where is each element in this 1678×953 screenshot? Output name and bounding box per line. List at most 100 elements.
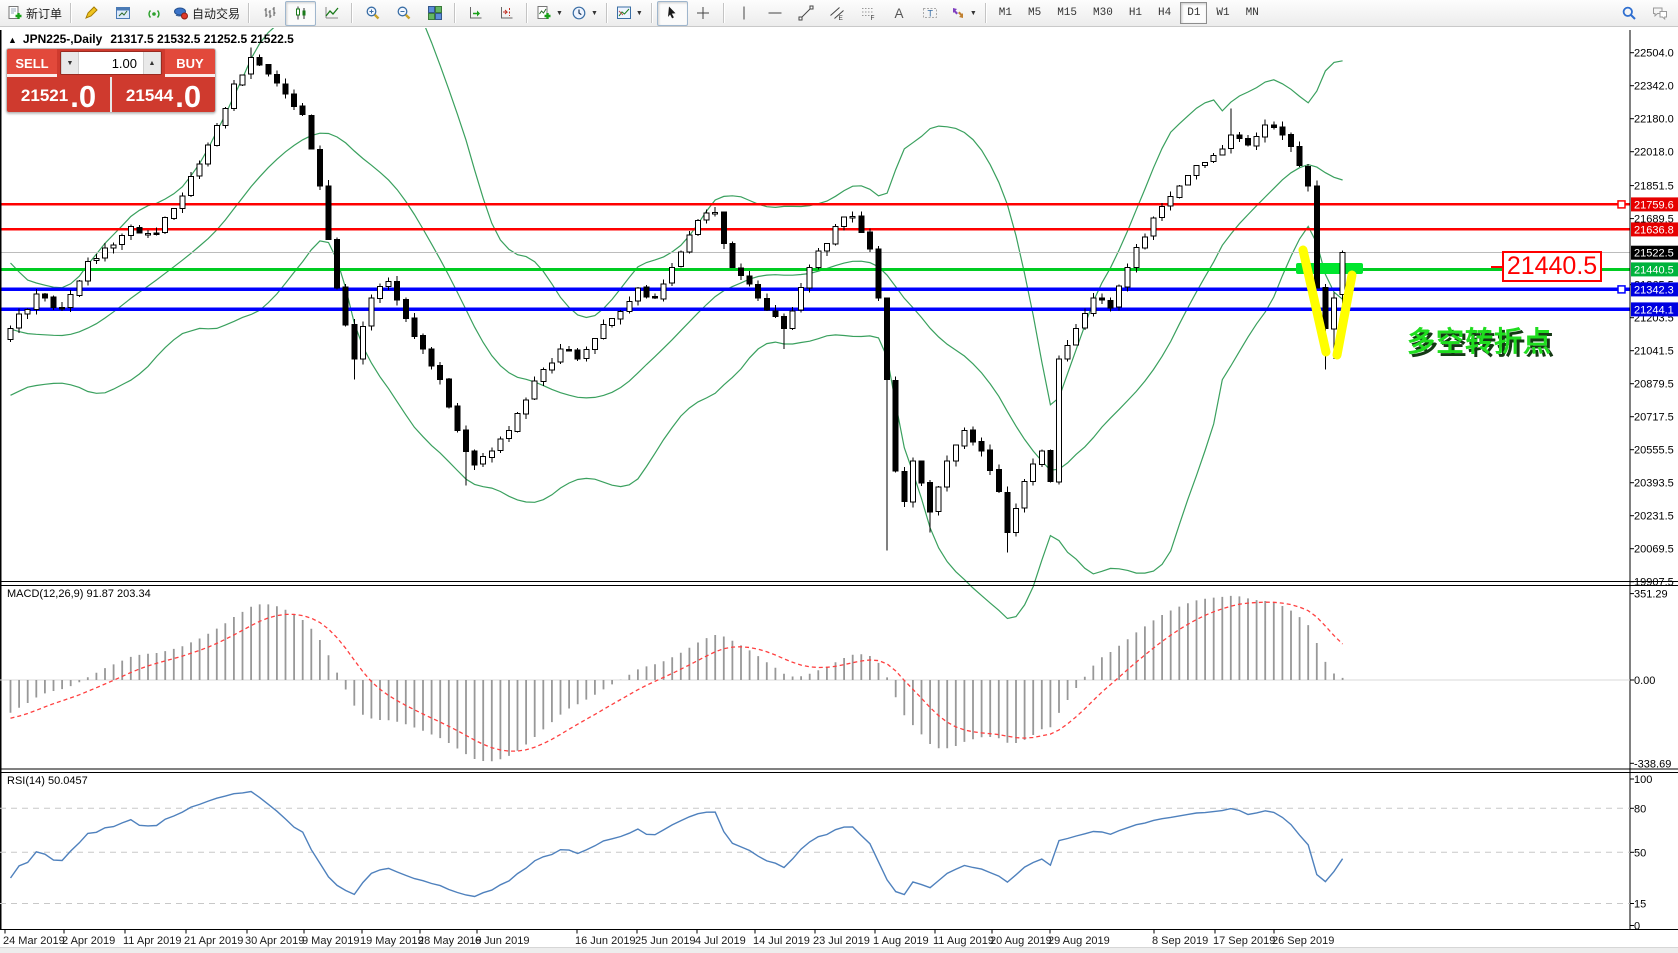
candlestick-chart-button[interactable] [285, 1, 316, 26]
svg-text:21244.1: 21244.1 [1634, 304, 1674, 316]
timeframe-w1-button[interactable]: W1 [1209, 2, 1236, 24]
main-toolbar: 新订单 自动交易 ▼ ▼ ▼ E FA T ▼ M1M5M15M30H1H4D1W1MN [0, 0, 1678, 27]
date-tick-label: 6 Jun 2019 [475, 935, 529, 947]
zoom-in-button[interactable] [357, 1, 388, 26]
equidistant-channel-button[interactable]: E [822, 1, 853, 26]
timeframe-m5-button[interactable]: M5 [1021, 2, 1048, 24]
hline-icon [767, 5, 783, 21]
svg-text:100: 100 [1634, 774, 1652, 786]
timeframe-h4-button[interactable]: H4 [1151, 2, 1178, 24]
date-tick-label: 14 Jul 2019 [753, 935, 810, 947]
svg-text:80: 80 [1634, 803, 1646, 815]
line-chart-button[interactable] [316, 1, 347, 26]
vertical-line-button[interactable] [729, 1, 760, 26]
svg-text:50: 50 [1634, 847, 1646, 859]
date-tick-label: 23 Jul 2019 [813, 935, 870, 947]
svg-text:20879.5: 20879.5 [1634, 379, 1674, 391]
date-tick-label: 9 May 2019 [302, 935, 359, 947]
toolbar-button-label: 自动交易 [192, 5, 240, 22]
clock-icon [571, 5, 587, 21]
trendline-button[interactable] [791, 1, 822, 26]
toolbar-separator [651, 3, 653, 23]
timeframe-m30-button[interactable]: M30 [1086, 2, 1120, 24]
text-button[interactable]: A [884, 1, 915, 26]
toolbar-button-label: 新订单 [26, 5, 62, 22]
volume-value[interactable]: 1.00 [79, 56, 143, 71]
crosshair-icon [695, 5, 711, 21]
buy-price-pips: .0 [175, 83, 201, 110]
buy-price[interactable]: 21544 .0 [110, 77, 215, 112]
price-chart-canvas[interactable]: 22504.022342.022180.022018.021851.521689… [0, 28, 1678, 953]
timeframe-m1-button[interactable]: M1 [992, 2, 1019, 24]
volume-increase-button[interactable]: ▲ [143, 51, 161, 75]
search-button[interactable] [1613, 1, 1644, 26]
new-order-button[interactable]: 新订单 [3, 1, 66, 26]
bar-chart-button[interactable] [254, 1, 285, 26]
auto-scroll-button[interactable] [460, 1, 491, 26]
buy-button[interactable]: BUY [165, 49, 215, 77]
date-tick-label: 20 Aug 2019 [990, 935, 1052, 947]
indicators-button[interactable]: ▼ [532, 1, 567, 26]
dropdown-caret-icon[interactable]: ▼ [970, 10, 977, 17]
chat-button[interactable] [1644, 1, 1675, 26]
fibonacci-button[interactable]: F [853, 1, 884, 26]
tile-windows-button[interactable] [419, 1, 450, 26]
cursor-icon [664, 5, 680, 21]
volume-decrease-button[interactable]: ▼ [61, 51, 79, 75]
dropdown-caret-icon[interactable]: ▼ [636, 10, 643, 17]
toolbar-separator [723, 3, 725, 23]
date-tick-label: 24 Mar 2019 [3, 935, 65, 947]
date-tick-label: 16 Jun 2019 [575, 935, 636, 947]
date-tick-label: 4 Jul 2019 [695, 935, 746, 947]
chart-shift-icon [499, 5, 515, 21]
date-tick-label: 11 Apr 2019 [123, 935, 182, 947]
autotrading-icon [173, 5, 189, 21]
date-tick-label: 21 Apr 2019 [184, 935, 243, 947]
zoom-out-button[interactable] [388, 1, 419, 26]
new-chart-button[interactable] [107, 1, 138, 26]
sell-button[interactable]: SELL [7, 49, 57, 77]
date-tick-label: 29 Aug 2019 [1048, 935, 1110, 947]
template-icon [616, 5, 632, 21]
horizontal-line-button[interactable] [760, 1, 791, 26]
svg-text:21851.5: 21851.5 [1634, 181, 1674, 193]
chart-window-icon [115, 5, 131, 21]
dropdown-caret-icon[interactable]: ▼ [556, 10, 563, 17]
crosshair-button[interactable] [688, 1, 719, 26]
dropdown-caret-icon[interactable]: ▼ [591, 10, 598, 17]
arrows-button[interactable]: ▼ [946, 1, 981, 26]
svg-text:21759.6: 21759.6 [1634, 199, 1674, 211]
date-tick-label: 8 Sep 2019 [1152, 935, 1208, 947]
svg-text:E: E [839, 15, 844, 21]
svg-text:T: T [928, 9, 934, 19]
svg-text:21041.5: 21041.5 [1634, 346, 1674, 358]
chart-title: ▲JPN225-,Daily21317.5 21532.5 21252.5 21… [8, 32, 294, 46]
macd-signal-line [11, 602, 1343, 751]
sell-price[interactable]: 21521 .0 [7, 77, 110, 112]
autotrading-button[interactable]: 自动交易 [169, 1, 244, 26]
bar-chart-icon [262, 5, 278, 21]
timeframe-mn-button[interactable]: MN [1239, 2, 1266, 24]
periods-button[interactable]: ▼ [567, 1, 602, 26]
ohlc-label: 21317.5 21532.5 21252.5 21522.5 [110, 32, 294, 46]
toolbar-separator [454, 3, 456, 23]
text-label-button[interactable]: T [915, 1, 946, 26]
timeframe-h1-button[interactable]: H1 [1122, 2, 1149, 24]
price-callout-box: 21440.5 [1502, 251, 1602, 282]
chart-shift-button[interactable] [491, 1, 522, 26]
candles-down [42, 58, 1328, 533]
toolbar-separator [985, 3, 987, 23]
templates-button[interactable]: ▼ [612, 1, 647, 26]
svg-text:20555.5: 20555.5 [1634, 445, 1674, 457]
signals-button[interactable] [138, 1, 169, 26]
timeframe-d1-button[interactable]: D1 [1180, 2, 1207, 24]
candlestick-icon [293, 5, 309, 21]
volume-stepper: ▼ 1.00 ▲ [60, 51, 162, 75]
turning-point-annotation: 多空转折点 [1407, 320, 1552, 360]
styler-button[interactable] [76, 1, 107, 26]
collapse-trade-panel-button[interactable]: ▲ [8, 35, 17, 45]
date-tick-label: 26 Sep 2019 [1272, 935, 1334, 947]
svg-text:22018.0: 22018.0 [1634, 147, 1674, 159]
timeframe-m15-button[interactable]: M15 [1050, 2, 1084, 24]
cursor-button[interactable] [657, 1, 688, 26]
